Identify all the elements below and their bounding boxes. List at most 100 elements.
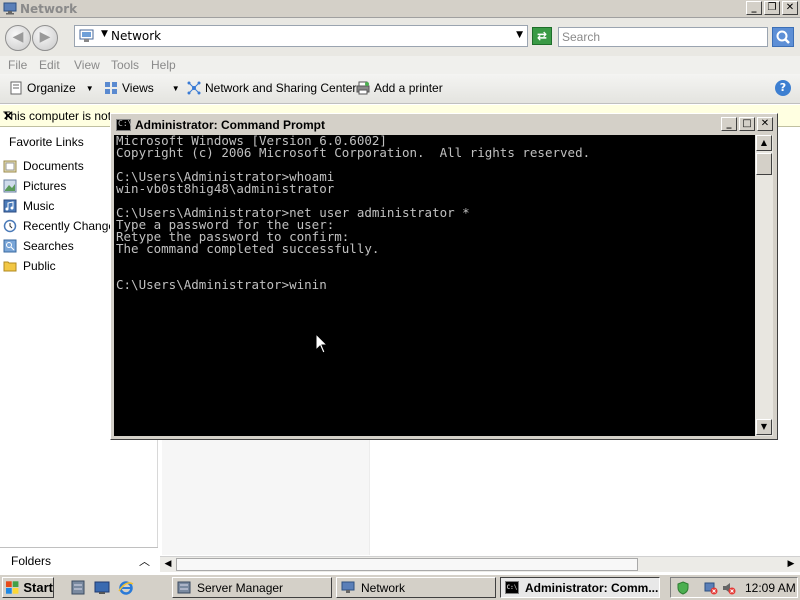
views-button[interactable]: Views ▼ — [104, 81, 180, 95]
breadcrumb-arrow-icon[interactable]: ▼ — [101, 29, 108, 39]
network-status-icon[interactable] — [704, 581, 718, 595]
cmd-minimize-button[interactable]: _ — [721, 117, 737, 131]
cmd-close-button[interactable]: ✕ — [757, 117, 773, 131]
scroll-left-arrow-icon[interactable]: ◀ — [161, 558, 175, 571]
chevron-down-icon: ▼ — [85, 83, 94, 93]
favorite-label: Public — [23, 259, 56, 273]
folders-label: Folders — [11, 554, 52, 568]
views-label: Views — [122, 81, 154, 95]
address-text: Network — [111, 29, 162, 43]
volume-muted-icon[interactable] — [722, 581, 736, 595]
refresh-button[interactable]: ⇄ — [532, 27, 552, 45]
system-tray: 12:09 AM — [670, 577, 798, 598]
task-command-prompt[interactable]: C:\ Administrator: Comm... — [500, 577, 660, 598]
start-label: Start — [23, 580, 53, 595]
task-label: Administrator: Comm... — [525, 580, 659, 595]
network-sharing-icon — [187, 81, 201, 95]
documents-icon — [3, 160, 17, 173]
explorer-title: Network — [20, 2, 78, 16]
cmd-icon: C:\ — [505, 581, 519, 594]
organize-icon — [10, 81, 22, 95]
clock[interactable]: 12:09 AM — [745, 581, 796, 595]
favorite-pictures[interactable]: Pictures — [3, 177, 66, 195]
internet-explorer-icon[interactable] — [118, 580, 134, 595]
console-output[interactable]: Microsoft Windows [Version 6.0.6002] Cop… — [114, 133, 755, 436]
address-bar-row: ◀ ▶ ▼ Network ▼ ⇄ — [0, 18, 800, 56]
back-button[interactable]: ◀ — [5, 25, 31, 51]
help-icon[interactable]: ? — [775, 80, 791, 96]
favorite-label: Recently Changed — [23, 219, 122, 233]
horizontal-scrollbar[interactable]: ◀ ▶ — [160, 556, 800, 572]
menu-tools[interactable]: Tools — [111, 58, 139, 72]
favorite-searches[interactable]: Searches — [3, 237, 74, 255]
mouse-pointer-icon — [315, 333, 329, 354]
network-location-icon — [79, 29, 94, 42]
address-bar[interactable]: ▼ Network ▼ — [74, 25, 528, 47]
favorite-label: Documents — [23, 159, 84, 173]
search-input[interactable] — [559, 28, 767, 46]
forward-button[interactable]: ▶ — [32, 25, 58, 51]
favorite-public[interactable]: Public — [3, 257, 56, 275]
scroll-right-arrow-icon[interactable]: ▶ — [784, 558, 798, 571]
cmd-titlebar[interactable]: C:\ Administrator: Command Prompt _ □ ✕ — [113, 116, 775, 134]
views-icon — [105, 82, 117, 94]
search-button[interactable] — [772, 27, 794, 47]
console-text: Microsoft Windows [Version 6.0.6002] Cop… — [116, 133, 591, 292]
address-dropdown-icon[interactable]: ▼ — [516, 30, 523, 40]
menu-edit[interactable]: Edit — [39, 58, 60, 72]
printer-icon — [356, 81, 370, 95]
cmd-title: Administrator: Command Prompt — [135, 118, 326, 132]
close-icon[interactable]: ✕ — [3, 109, 13, 123]
chevron-up-icon: ︿ — [139, 556, 150, 568]
taskbar: Start Server Manager Network C:\ Adminis… — [0, 574, 800, 600]
menu-view[interactable]: View — [74, 58, 100, 72]
menu-bar: File Edit View Tools Help — [0, 56, 800, 74]
scroll-down-arrow-icon[interactable]: ▼ — [756, 419, 772, 435]
favorite-documents[interactable]: Documents — [3, 157, 84, 175]
scroll-thumb[interactable] — [176, 558, 638, 571]
favorite-label: Pictures — [23, 179, 67, 193]
search-box[interactable] — [558, 27, 768, 47]
favorite-label: Music — [23, 199, 55, 213]
pictures-icon — [3, 179, 17, 193]
searches-icon — [3, 239, 17, 253]
menu-help[interactable]: Help — [151, 58, 176, 72]
chevron-down-icon: ▼ — [171, 83, 180, 93]
explorer-titlebar[interactable]: Network _ ❐ ✕ — [0, 0, 800, 18]
favorite-music[interactable]: Music — [3, 197, 54, 215]
back-arrow-icon: ◀ — [12, 29, 24, 45]
cmd-maximize-button[interactable]: □ — [739, 117, 755, 131]
infobar-text: This computer is not cc — [3, 109, 127, 123]
minimize-button[interactable]: _ — [746, 1, 762, 15]
favorite-recently-changed[interactable]: Recently Changed — [3, 217, 122, 235]
refresh-icon: ⇄ — [536, 29, 548, 43]
command-prompt-window: C:\ Administrator: Command Prompt _ □ ✕ … — [110, 113, 778, 440]
folders-toggle[interactable]: Folders ︿ — [0, 547, 158, 574]
close-button[interactable]: ✕ — [782, 1, 798, 15]
security-shield-icon[interactable] — [676, 581, 690, 595]
server-manager-quicklaunch-icon[interactable] — [70, 580, 86, 595]
command-toolbar: Organize ▼ Views ▼ Network and Sharing C… — [0, 74, 800, 104]
music-icon — [3, 199, 17, 213]
organize-button[interactable]: Organize ▼ — [9, 81, 94, 95]
network-sharing-center-button[interactable]: Network and Sharing Center — [187, 81, 356, 95]
recently-changed-icon — [3, 219, 17, 233]
task-label: Network — [361, 580, 406, 595]
start-button[interactable]: Start — [2, 577, 54, 598]
windows-logo-icon — [6, 581, 19, 594]
scroll-thumb[interactable] — [756, 153, 772, 175]
network-icon — [3, 2, 17, 15]
add-printer-label: Add a printer — [374, 81, 443, 95]
task-server-manager[interactable]: Server Manager — [172, 577, 332, 598]
scroll-up-arrow-icon[interactable]: ▲ — [756, 135, 772, 151]
vertical-scrollbar[interactable]: ▲ ▼ — [755, 135, 773, 436]
show-desktop-icon[interactable] — [94, 580, 110, 595]
menu-file[interactable]: File — [8, 58, 27, 72]
cmd-icon: C:\ — [116, 119, 132, 131]
add-printer-button[interactable]: Add a printer — [356, 81, 443, 95]
search-icon — [776, 30, 790, 44]
favorite-label: Searches — [23, 239, 74, 253]
maximize-button[interactable]: ❐ — [764, 1, 780, 15]
task-network[interactable]: Network — [336, 577, 496, 598]
public-folder-icon — [3, 261, 17, 272]
